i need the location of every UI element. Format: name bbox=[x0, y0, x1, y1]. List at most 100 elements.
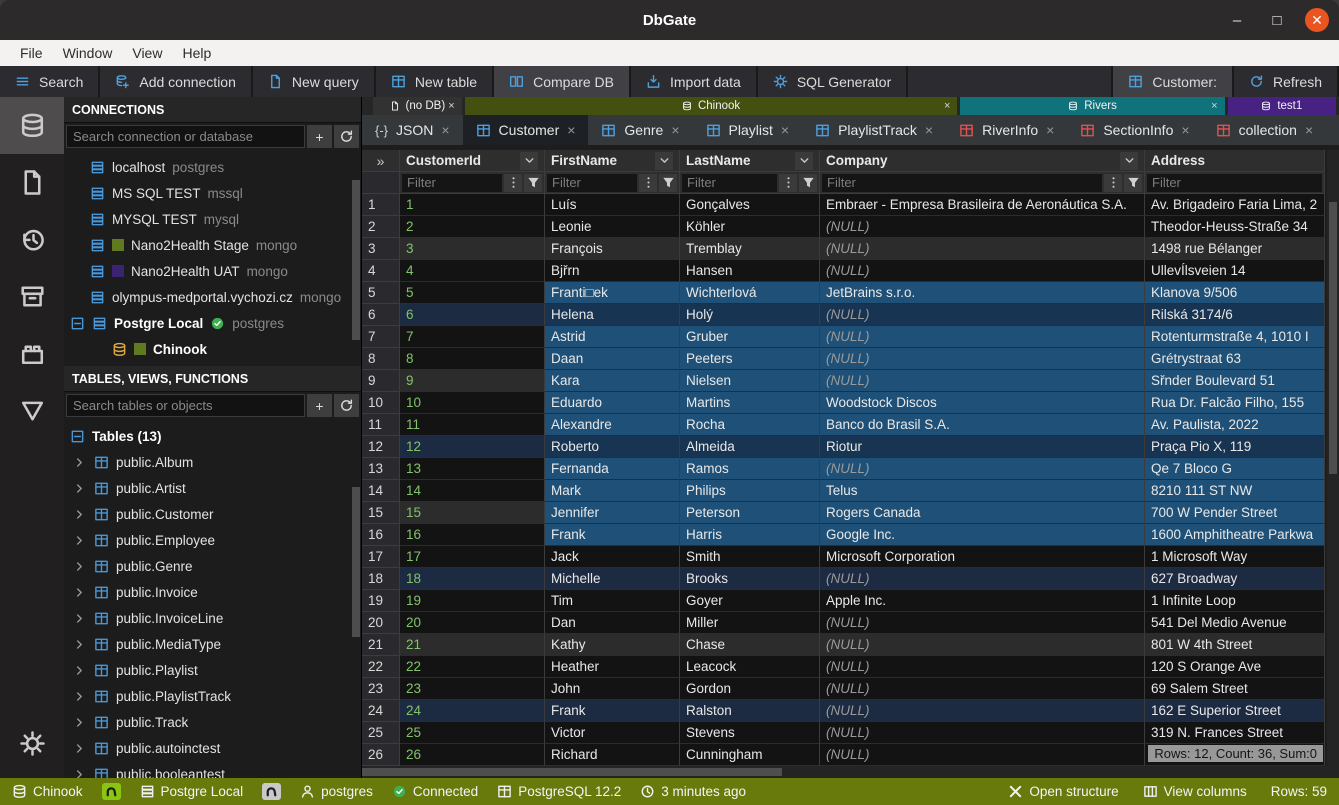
cell-address[interactable]: 801 W 4th Street bbox=[1145, 634, 1325, 656]
cell-firstname[interactable]: Victor bbox=[545, 722, 680, 744]
cell-address[interactable]: Rilská 3174/6 bbox=[1145, 304, 1325, 326]
row-number[interactable]: 6 bbox=[362, 304, 400, 326]
row-number[interactable]: 25 bbox=[362, 722, 400, 744]
table-item-public-track[interactable]: public.Track bbox=[64, 709, 361, 735]
tab-customer[interactable]: Customer× bbox=[463, 115, 589, 145]
filter-menu-button[interactable] bbox=[1104, 174, 1122, 192]
import-data-button[interactable]: Import data bbox=[631, 66, 756, 97]
cell-address[interactable]: 700 W Pender Street bbox=[1145, 502, 1325, 524]
cell-company[interactable]: (NULL) bbox=[820, 348, 1145, 370]
table-item-public-autoinctest[interactable]: public.autoinctest bbox=[64, 735, 361, 761]
cell-firstname[interactable]: Heather bbox=[545, 656, 680, 678]
row-number[interactable]: 14 bbox=[362, 480, 400, 502]
cell-company[interactable]: Microsoft Corporation bbox=[820, 546, 1145, 568]
cell-firstname[interactable]: Daan bbox=[545, 348, 680, 370]
cell-lastname[interactable]: Philips bbox=[680, 480, 820, 502]
cell-lastname[interactable]: Brooks bbox=[680, 568, 820, 590]
cell-address[interactable]: 120 S Orange Ave bbox=[1145, 656, 1325, 678]
cell-firstname[interactable]: Kara bbox=[545, 370, 680, 392]
cell-lastname[interactable]: Peeters bbox=[680, 348, 820, 370]
compare-db-button[interactable]: Compare DB bbox=[494, 66, 629, 97]
cell-address[interactable]: Qe 7 Bloco G bbox=[1145, 458, 1325, 480]
cell-firstname[interactable]: Jack bbox=[545, 546, 680, 568]
cell-company[interactable]: (NULL) bbox=[820, 656, 1145, 678]
cell-company[interactable]: (NULL) bbox=[820, 238, 1145, 260]
cell-address[interactable]: 1600 Amphitheatre Parkwa bbox=[1145, 524, 1325, 546]
cell-customerid[interactable]: 15 bbox=[400, 502, 545, 524]
cell-firstname[interactable]: Roberto bbox=[545, 436, 680, 458]
cell-address[interactable]: Rotenturmstraße 4, 1010 I bbox=[1145, 326, 1325, 348]
horizontal-scrollbar-thumb[interactable] bbox=[362, 768, 782, 776]
cell-firstname[interactable]: Richard bbox=[545, 744, 680, 766]
tab-playlist[interactable]: Playlist× bbox=[693, 115, 803, 145]
cell-company[interactable]: (NULL) bbox=[820, 744, 1145, 766]
column-header-company[interactable]: Company bbox=[820, 150, 1145, 172]
connections-scrollbar[interactable] bbox=[352, 154, 360, 364]
refresh-connections-button[interactable] bbox=[334, 125, 359, 148]
refresh-tables-button[interactable] bbox=[334, 394, 359, 417]
row-number[interactable]: 16 bbox=[362, 524, 400, 546]
table-item-public-invoice[interactable]: public.Invoice bbox=[64, 579, 361, 605]
filter-funnel-button[interactable] bbox=[799, 174, 817, 192]
cell-firstname[interactable]: Michelle bbox=[545, 568, 680, 590]
cell-customerid[interactable]: 6 bbox=[400, 304, 545, 326]
tables-scrollbar[interactable] bbox=[352, 423, 360, 776]
close-tab-icon[interactable]: × bbox=[671, 122, 679, 138]
cell-firstname[interactable]: Franti□ek bbox=[545, 282, 680, 304]
search-button[interactable]: Search bbox=[0, 66, 98, 97]
tab-json[interactable]: {-}JSON× bbox=[362, 115, 463, 145]
menu-help[interactable]: Help bbox=[172, 45, 221, 61]
table-item-public-playlist[interactable]: public.Playlist bbox=[64, 657, 361, 683]
cell-lastname[interactable]: Almeida bbox=[680, 436, 820, 458]
row-number[interactable]: 20 bbox=[362, 612, 400, 634]
cell-lastname[interactable]: Ramos bbox=[680, 458, 820, 480]
cell-lastname[interactable]: Cunningham bbox=[680, 744, 820, 766]
cell-customerid[interactable]: 13 bbox=[400, 458, 545, 480]
cell-customerid[interactable]: 23 bbox=[400, 678, 545, 700]
filter-funnel-button[interactable] bbox=[524, 174, 542, 192]
filter-input-company[interactable] bbox=[822, 174, 1102, 192]
table-item-public-playlisttrack[interactable]: public.PlaylistTrack bbox=[64, 683, 361, 709]
column-header-lastname[interactable]: LastName bbox=[680, 150, 820, 172]
row-number[interactable]: 18 bbox=[362, 568, 400, 590]
cell-company[interactable]: (NULL) bbox=[820, 678, 1145, 700]
cell-lastname[interactable]: Köhler bbox=[680, 216, 820, 238]
new-table-button[interactable]: New table bbox=[376, 66, 492, 97]
cell-customerid[interactable]: 14 bbox=[400, 480, 545, 502]
refresh-button[interactable]: Refresh bbox=[1234, 66, 1337, 97]
cell-firstname[interactable]: Frank bbox=[545, 700, 680, 722]
close-tab-icon[interactable]: × bbox=[925, 122, 933, 138]
cell-lastname[interactable]: Wichterlová bbox=[680, 282, 820, 304]
cell-firstname[interactable]: Eduardo bbox=[545, 392, 680, 414]
connection-item-nano2health-stage[interactable]: Nano2Health Stagemongo bbox=[64, 232, 361, 258]
connection-item-olympus-medportal-vychozi-cz[interactable]: olympus-medportal.vychozi.czmongo bbox=[64, 284, 361, 310]
cell-address[interactable]: Av. Paulista, 2022 bbox=[1145, 414, 1325, 436]
sidebar-files-button[interactable] bbox=[0, 154, 64, 211]
table-item-public-mediatype[interactable]: public.MediaType bbox=[64, 631, 361, 657]
close-tab-icon[interactable]: × bbox=[1046, 122, 1054, 138]
cell-firstname[interactable]: John bbox=[545, 678, 680, 700]
row-number[interactable]: 9 bbox=[362, 370, 400, 392]
cell-lastname[interactable]: Ralston bbox=[680, 700, 820, 722]
tables-scrollbar-thumb[interactable] bbox=[352, 487, 360, 637]
cell-customerid[interactable]: 18 bbox=[400, 568, 545, 590]
filter-input-customerid[interactable] bbox=[402, 174, 502, 192]
cell-company[interactable]: Google Inc. bbox=[820, 524, 1145, 546]
menu-file[interactable]: File bbox=[10, 45, 53, 61]
row-number[interactable]: 2 bbox=[362, 216, 400, 238]
cell-lastname[interactable]: Martins bbox=[680, 392, 820, 414]
add-connection-small-button[interactable]: + bbox=[307, 125, 332, 148]
cell-customerid[interactable]: 3 bbox=[400, 238, 545, 260]
row-number[interactable]: 7 bbox=[362, 326, 400, 348]
cell-customerid[interactable]: 8 bbox=[400, 348, 545, 370]
cell-customerid[interactable]: 2 bbox=[400, 216, 545, 238]
filter-menu-button[interactable] bbox=[779, 174, 797, 192]
cell-address[interactable]: 1 Infinite Loop bbox=[1145, 590, 1325, 612]
close-tab-icon[interactable]: × bbox=[441, 122, 449, 138]
filter-funnel-button[interactable] bbox=[659, 174, 677, 192]
cell-address[interactable]: Grétrystraat 63 bbox=[1145, 348, 1325, 370]
column-header-customerid[interactable]: CustomerId bbox=[400, 150, 545, 172]
close-button[interactable]: ✕ bbox=[1305, 8, 1329, 32]
row-number[interactable]: 22 bbox=[362, 656, 400, 678]
tab-sectioninfo[interactable]: SectionInfo× bbox=[1067, 115, 1202, 145]
